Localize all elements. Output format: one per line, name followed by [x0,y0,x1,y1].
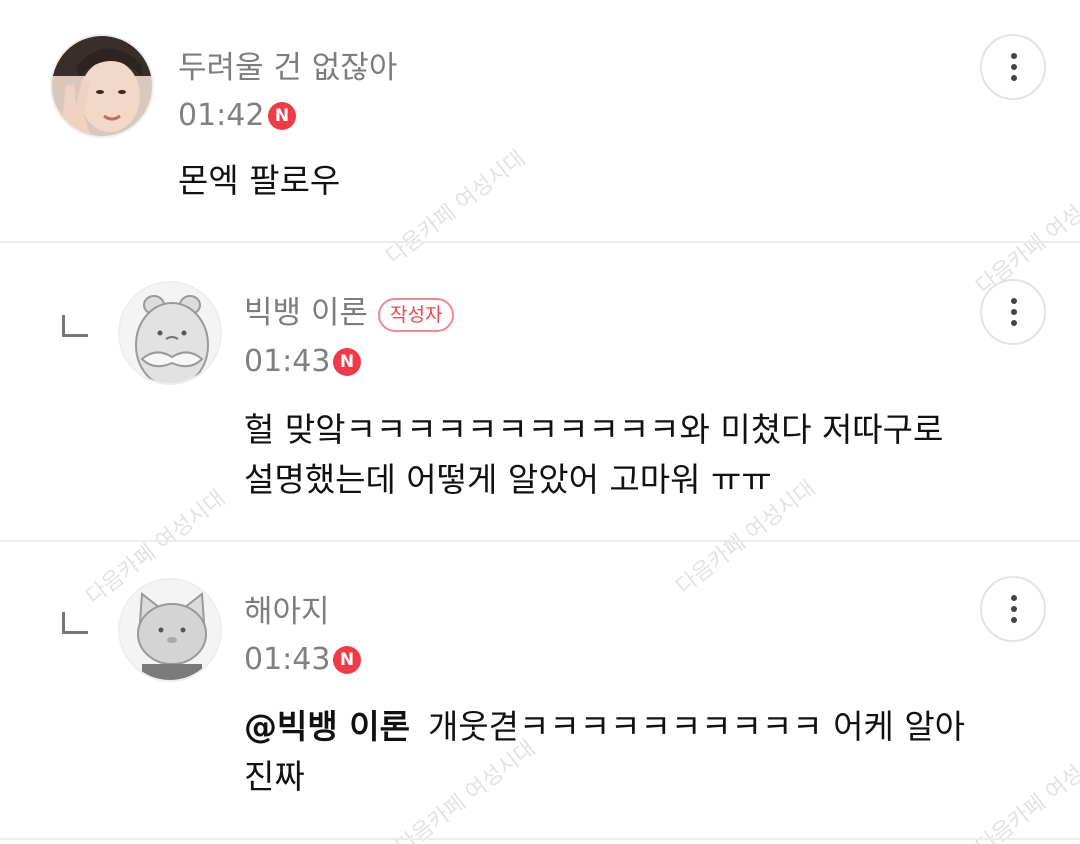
comment-nickname[interactable]: 해아지 [244,592,330,632]
reply-arrow-icon [62,612,88,634]
more-vertical-icon [1011,595,1017,601]
user-photo-avatar [52,36,152,136]
comment-body: 몬엑 팔로우 [178,156,340,206]
more-vertical-icon [1011,298,1017,304]
more-vertical-icon-dot [1011,64,1017,70]
comment-line-text: 개웃겯ㅋㅋㅋㅋㅋㅋㅋㅋㅋㅋ 어케 알아 [427,707,966,746]
more-options-button[interactable] [980,279,1046,345]
reply-arrow-icon [62,315,88,337]
comment-time: 01:43 [244,344,331,379]
avatar[interactable] [118,578,222,682]
comment-item: 두려울 건 없잖아 01:42 N 몬엑 팔로우 [0,0,1080,242]
more-vertical-icon-dot [1011,320,1017,326]
default-character-avatar [120,283,220,383]
default-character-avatar [120,580,220,680]
comment-nickname[interactable]: 빅뱅 이론 [244,293,368,333]
more-vertical-icon-dot [1011,75,1017,81]
comment-time: 01:43 [244,642,331,677]
comment-line: 몬엑 팔로우 [178,161,341,200]
more-vertical-icon-dot [1011,617,1017,623]
comment-time: 01:42 [178,98,265,133]
comment-line: 설명했는데 어떻게 알았어 고마워 ㅠㅠ [244,460,772,499]
comment-line: @빅뱅 이론 개웃겯ㅋㅋㅋㅋㅋㅋㅋㅋㅋㅋ 어케 알아 [244,702,965,752]
new-badge: N [268,102,296,130]
comment-line: 헐 맞앜ㅋㅋㅋㅋㅋㅋㅋㅋㅋㅋㅋ와 미쳤다 저따구로 [244,410,944,449]
more-vertical-icon-dot [1011,309,1017,315]
avatar[interactable] [118,281,222,385]
divider [0,838,1080,840]
comment-body: @빅뱅 이론 개웃겯ㅋㅋㅋㅋㅋㅋㅋㅋㅋㅋ 어케 알아 진짜 [244,702,965,802]
reply-comment-item: 빅뱅 이론 작성자 01:43 N 헐 맞앜ㅋㅋㅋㅋㅋㅋㅋㅋㅋㅋㅋ와 미쳤다 저… [0,243,1080,540]
author-badge: 작성자 [378,298,455,332]
reply-comment-item: 해아지 01:43 N @빅뱅 이론 개웃겯ㅋㅋㅋㅋㅋㅋㅋㅋㅋㅋ 어케 알아 진짜 [0,542,1080,838]
more-vertical-icon [1011,53,1017,59]
mention-link[interactable]: @빅뱅 이론 [244,707,410,746]
more-vertical-icon-dot [1011,606,1017,612]
comment-body: 헐 맞앜ㅋㅋㅋㅋㅋㅋㅋㅋㅋㅋㅋ와 미쳤다 저따구로 설명했는데 어떻게 알았어 … [244,405,943,505]
more-options-button[interactable] [980,34,1046,100]
avatar[interactable] [50,34,154,138]
more-options-button[interactable] [980,576,1046,642]
new-badge: N [333,646,361,674]
new-badge: N [333,348,361,376]
comment-nickname[interactable]: 두려울 건 없잖아 [178,48,397,88]
comment-line: 진짜 [244,757,305,796]
